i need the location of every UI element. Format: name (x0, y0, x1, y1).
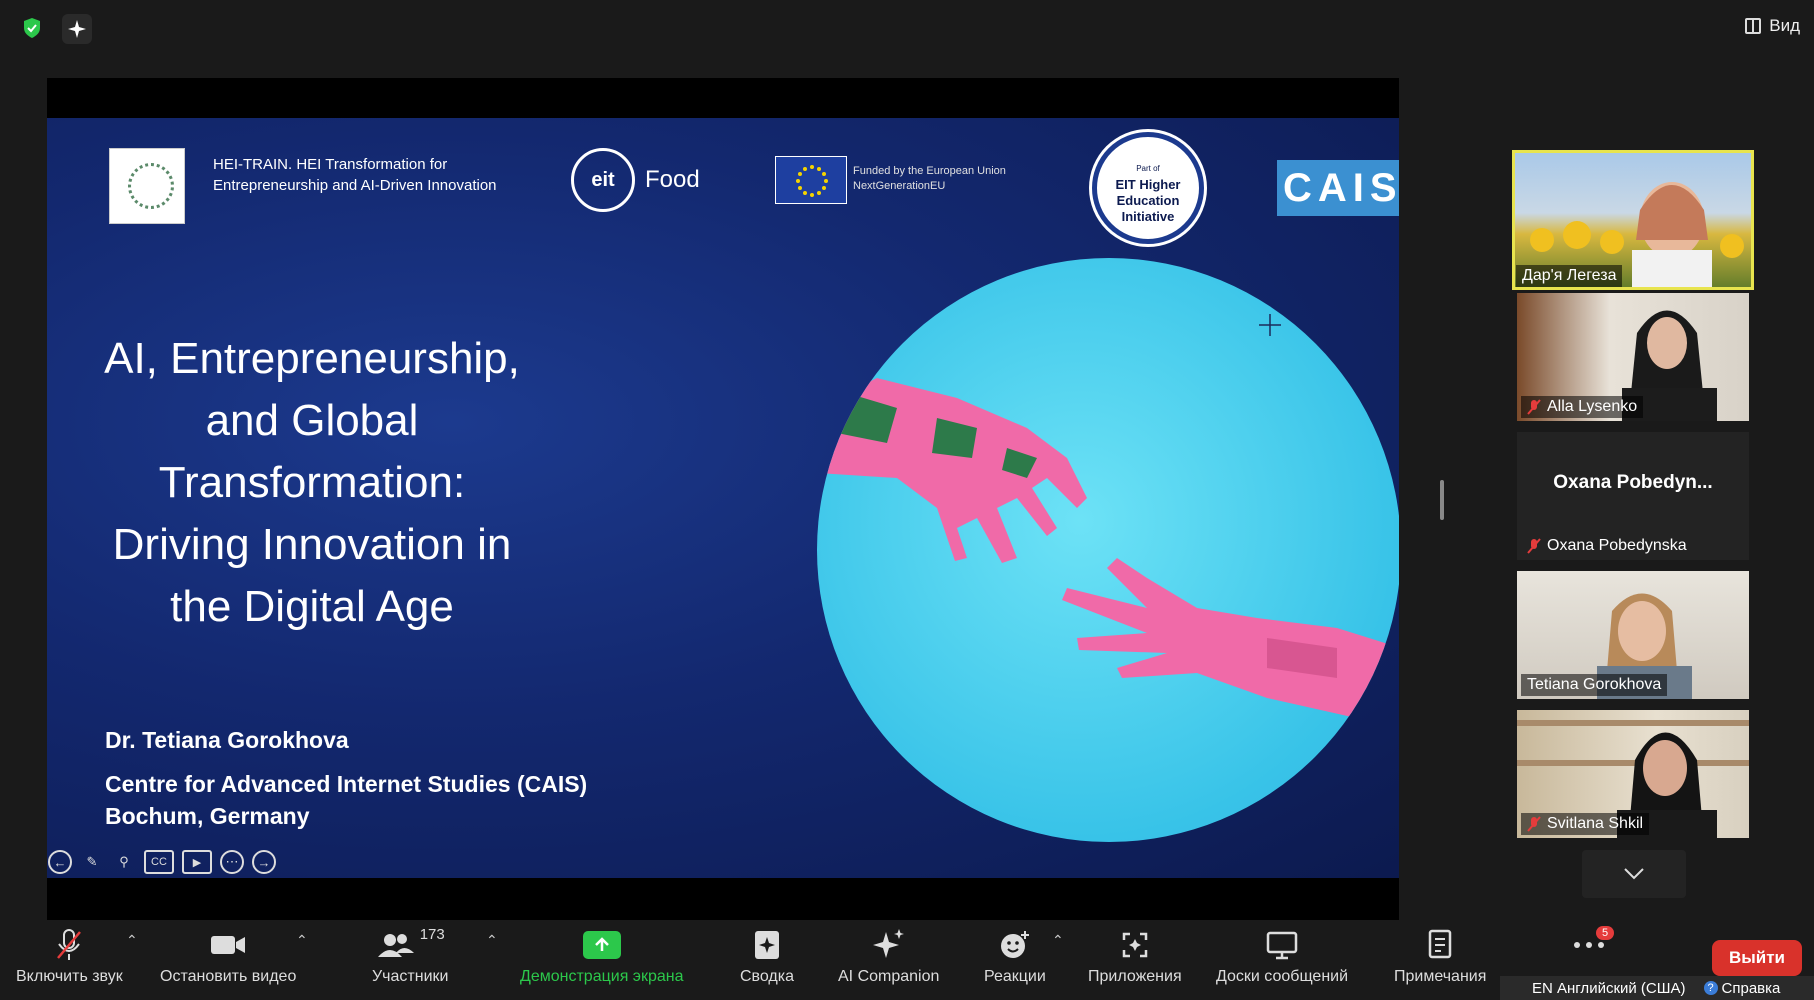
presentation-slide: HEI-TRAIN. HEI Transformation for Entrep… (47, 118, 1399, 878)
reactions-label: Реакции (984, 968, 1046, 985)
reactions-button[interactable]: Реакции (984, 926, 1046, 986)
mic-off-icon (1527, 538, 1541, 554)
hei-train-text: HEI-TRAIN. HEI Transformation for Entrep… (213, 156, 497, 194)
pen-icon[interactable]: ✎ (80, 850, 104, 874)
notes-icon (1426, 926, 1454, 964)
system-taskbar: EN Английский (США) ? Справка (1500, 976, 1814, 1000)
apps-label: Приложения (1088, 968, 1182, 985)
view-icon (1745, 18, 1762, 34)
video-tile[interactable]: Oxana Pobedyn... Oxana Pobedynska (1517, 432, 1749, 560)
eit-food-text: Food (645, 166, 700, 193)
apps-button[interactable]: Приложения (1088, 926, 1182, 986)
participant-name: Svitlana Shkil (1547, 815, 1644, 832)
more-icon[interactable]: ⋯ (220, 850, 244, 874)
eu-funding-text: Funded by the European Union NextGenerat… (853, 165, 1006, 192)
slide-title: AI, Entrepreneurship, and Global Transfo… (104, 334, 520, 631)
participant-display-name: Oxana Pobedyn... (1553, 472, 1713, 493)
mute-options-caret[interactable]: ⌃ (126, 932, 138, 949)
language-indicator[interactable]: EN Английский (США) (1532, 980, 1686, 997)
hei-train-logo (109, 148, 185, 224)
participant-name: Oxana Pobedynska (1547, 537, 1687, 554)
ai-companion-button[interactable]: AI Companion (838, 926, 939, 986)
participant-name: Дар'я Легеза (1516, 265, 1623, 287)
view-button[interactable]: Вид (1745, 16, 1800, 36)
stop-video-label: Остановить видео (160, 968, 297, 985)
video-tile[interactable]: Svitlana Shkil (1517, 710, 1749, 838)
share-screen-label: Демонстрация экрана (520, 968, 684, 985)
mic-off-icon (1527, 399, 1541, 415)
mic-off-icon (1527, 816, 1541, 832)
author-block: Dr. Tetiana Gorokhova Centre for Advance… (105, 718, 587, 838)
summary-label: Сводка (740, 968, 795, 985)
mute-label: Включить звук (16, 968, 123, 985)
hands-illustration (817, 258, 1399, 842)
participants-count: 173 (419, 926, 445, 943)
share-screen-icon (582, 931, 621, 959)
participants-options-caret[interactable]: ⌃ (486, 932, 498, 949)
cc-icon[interactable]: CC (144, 850, 174, 874)
participant-name: Alla Lysenko (1547, 398, 1638, 415)
share-screen-button[interactable]: Демонстрация экрана (520, 926, 684, 986)
participant-name-row: Svitlana Shkil (1521, 813, 1650, 835)
video-tile[interactable]: Дар'я Легеза (1512, 150, 1754, 290)
eu-flag-icon (775, 156, 847, 204)
eit-logo-mark: eit (571, 148, 635, 212)
camera-icon (210, 926, 246, 964)
whiteboards-button[interactable]: Доски сообщений (1216, 926, 1348, 986)
stop-video-button[interactable]: Остановить видео (160, 926, 296, 986)
leave-button[interactable]: Выйти (1712, 940, 1802, 976)
summary-button[interactable]: Сводка (740, 926, 794, 986)
top-bar: Вид (0, 0, 1814, 58)
whiteboard-icon (1266, 926, 1298, 964)
help-label: Справка (1721, 979, 1781, 997)
eit-higher-education-logo: Part of EIT Higher Education Initiative (1092, 132, 1204, 244)
ai-sparkle-icon (872, 926, 906, 964)
participants-icon: 173 (376, 926, 445, 964)
crosshair-icon (1259, 314, 1281, 336)
ai-companion-label: AI Companion (838, 968, 940, 985)
eit-he-text: EIT Higher Education Initiative (1115, 177, 1181, 224)
participants-button[interactable]: 173 Участники (372, 926, 448, 986)
eit-food-logo: eit Food (571, 148, 700, 212)
chevron-down-icon (1624, 868, 1644, 880)
mute-button[interactable]: Включить звук (16, 926, 123, 986)
participants-label: Участники (372, 968, 449, 985)
shield-icon[interactable] (20, 16, 44, 40)
mic-off-icon (54, 926, 84, 964)
forward-icon[interactable]: → (252, 850, 276, 874)
notes-button[interactable]: Примечания (1394, 926, 1486, 986)
reaction-icon (999, 926, 1031, 964)
video-tile[interactable]: Alla Lysenko (1517, 293, 1749, 421)
help-icon: ? (1703, 981, 1718, 995)
apps-icon (1120, 926, 1150, 964)
reactions-options-caret[interactable]: ⌃ (1052, 932, 1064, 949)
eit-he-small: Part of (1136, 164, 1160, 173)
zoom-icon[interactable]: ⚲ (112, 850, 136, 874)
video-options-caret[interactable]: ⌃ (296, 932, 308, 949)
participant-name-row: Oxana Pobedynska (1521, 535, 1693, 557)
whiteboards-label: Доски сообщений (1216, 968, 1349, 985)
notes-label: Примечания (1394, 968, 1487, 985)
participant-name: Tetiana Gorokhova (1521, 674, 1668, 696)
sparkle-icon[interactable] (62, 14, 92, 44)
slide-controls: ← ✎ ⚲ CC ▶ ⋯ → (48, 850, 276, 874)
scroll-down-button[interactable] (1582, 850, 1686, 898)
camera-icon[interactable]: ▶ (182, 850, 212, 874)
resize-handle[interactable] (1440, 480, 1444, 520)
help-link[interactable]: ? Справка (1703, 979, 1781, 997)
summary-icon (753, 926, 781, 964)
author-name: Dr. Tetiana Gorokhova (105, 727, 349, 753)
participant-name-row: Alla Lysenko (1521, 396, 1644, 418)
more-badge: 5 (1596, 926, 1615, 940)
video-tile[interactable]: Tetiana Gorokhova (1517, 571, 1749, 699)
cais-logo: CAIS (1277, 160, 1399, 216)
view-label: Вид (1769, 16, 1800, 35)
back-icon[interactable]: ← (48, 850, 72, 874)
